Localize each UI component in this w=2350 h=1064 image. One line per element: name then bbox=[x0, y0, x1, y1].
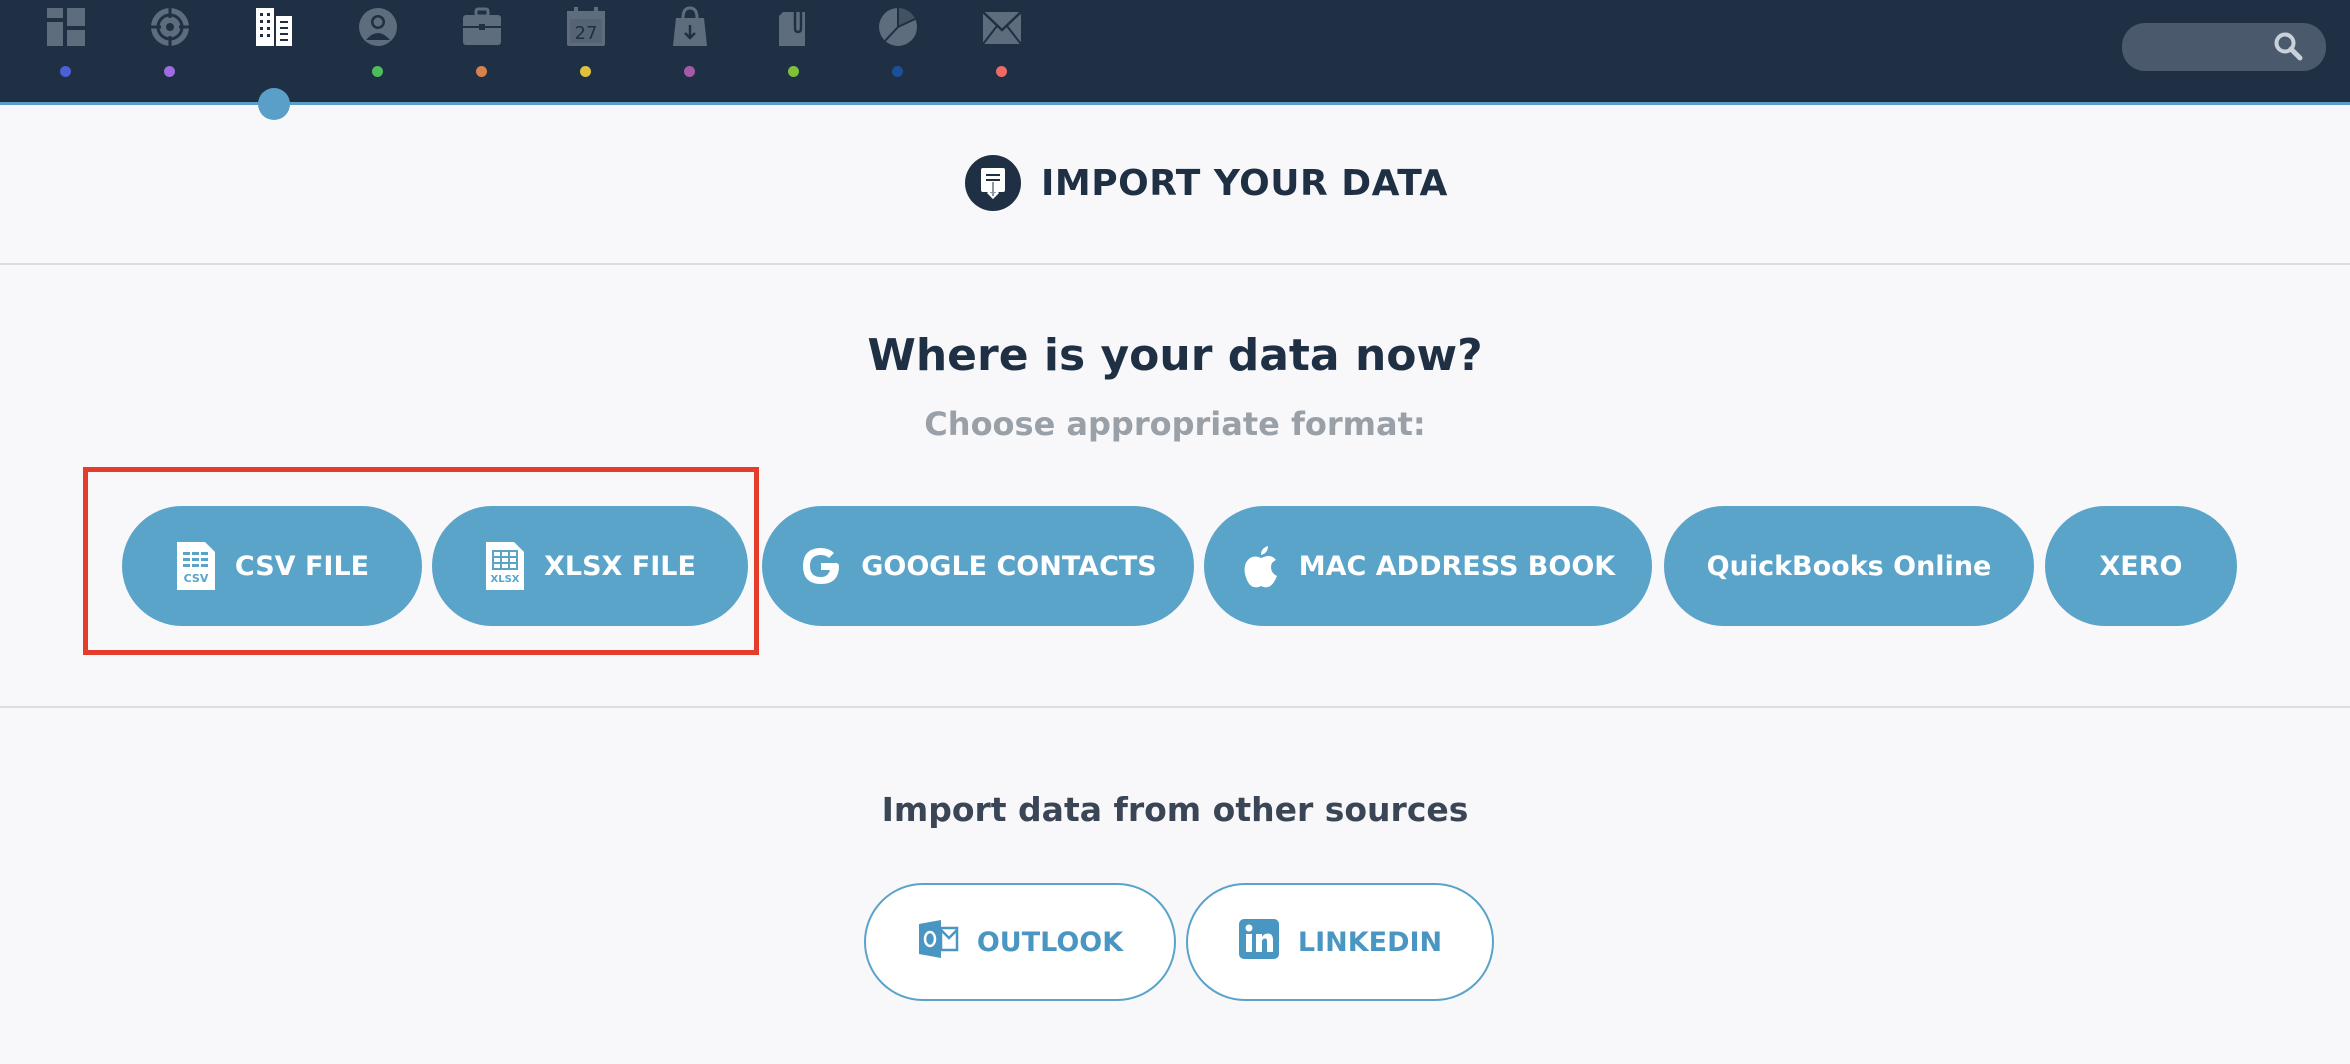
nav-dot bbox=[788, 66, 799, 77]
nav-dot bbox=[996, 66, 1007, 77]
nav-dot bbox=[684, 66, 695, 77]
nav-item-calendar[interactable]: 27 bbox=[545, 0, 625, 100]
pie-chart-icon bbox=[879, 8, 917, 46]
csv-file-label: CSV FILE bbox=[234, 550, 370, 582]
nav-item-buildings[interactable] bbox=[233, 0, 313, 100]
xlsx-file-button[interactable]: XLSX XLSX FILE bbox=[432, 506, 748, 626]
attachment-icon bbox=[779, 8, 805, 46]
mail-icon bbox=[982, 11, 1022, 45]
nav-item-reports[interactable] bbox=[857, 0, 937, 100]
nav-item-contacts[interactable] bbox=[337, 0, 417, 100]
top-navigation-bar: 27 bbox=[0, 0, 2350, 105]
section-divider bbox=[0, 706, 2350, 708]
quickbooks-online-button[interactable]: QuickBooks Online bbox=[1664, 506, 2034, 626]
linkedin-button[interactable]: LINKEDIN bbox=[1186, 883, 1494, 1001]
dashboard-icon bbox=[47, 8, 85, 46]
xlsx-file-label: XLSX FILE bbox=[544, 550, 696, 582]
linkedin-icon bbox=[1238, 918, 1280, 967]
mac-address-book-button[interactable]: MAC ADDRESS BOOK bbox=[1204, 506, 1652, 626]
format-subtitle: Choose appropriate format: bbox=[924, 405, 1426, 443]
csv-file-icon: CSV bbox=[175, 540, 217, 592]
calendar-icon: 27 bbox=[567, 7, 605, 46]
nav-dot bbox=[372, 66, 383, 77]
page-title: IMPORT YOUR DATA bbox=[1041, 162, 1448, 204]
google-icon bbox=[799, 544, 843, 588]
csv-icon-label: CSV bbox=[184, 572, 209, 585]
page-header: IMPORT YOUR DATA bbox=[0, 105, 2350, 265]
google-contacts-button[interactable]: GOOGLE CONTACTS bbox=[762, 506, 1194, 626]
nav-dot bbox=[60, 66, 71, 77]
google-contacts-label: GOOGLE CONTACTS bbox=[861, 550, 1157, 582]
nav-dot bbox=[476, 66, 487, 77]
xero-button[interactable]: XERO bbox=[2045, 506, 2237, 626]
calendar-day-label: 27 bbox=[575, 23, 598, 44]
outlook-button[interactable]: OUTLOOK bbox=[864, 883, 1176, 1001]
nav-item-briefcase[interactable] bbox=[441, 0, 521, 100]
xero-label: XERO bbox=[2099, 550, 2183, 582]
other-sources-title: Import data from other sources bbox=[881, 790, 1469, 829]
xlsx-file-icon: XLSX bbox=[484, 540, 526, 592]
nav-item-attachments[interactable] bbox=[753, 0, 833, 100]
nav-item-target[interactable] bbox=[129, 0, 209, 100]
nav-dot bbox=[580, 66, 591, 77]
mac-address-book-label: MAC ADDRESS BOOK bbox=[1298, 550, 1616, 582]
search-icon[interactable] bbox=[2272, 30, 2304, 62]
nav-dot bbox=[892, 66, 903, 77]
nav-item-shopping-bag[interactable] bbox=[649, 0, 729, 100]
contact-icon bbox=[359, 8, 397, 46]
nav-item-mail[interactable] bbox=[961, 0, 1041, 100]
data-location-question: Where is your data now? bbox=[867, 330, 1483, 381]
import-document-icon bbox=[965, 155, 1021, 211]
outlook-icon bbox=[917, 918, 959, 967]
active-nav-indicator bbox=[258, 88, 290, 120]
apple-icon bbox=[1241, 542, 1281, 590]
outlook-label: OUTLOOK bbox=[976, 926, 1124, 958]
csv-file-button[interactable]: CSV CSV FILE bbox=[122, 506, 422, 626]
shopping-bag-icon bbox=[673, 6, 707, 46]
briefcase-icon bbox=[463, 7, 501, 45]
target-icon bbox=[151, 8, 189, 46]
quickbooks-online-label: QuickBooks Online bbox=[1706, 550, 1992, 582]
xlsx-icon-label: XLSX bbox=[491, 574, 520, 585]
nav-item-dashboard[interactable] bbox=[25, 0, 105, 100]
buildings-icon bbox=[256, 8, 292, 46]
nav-dot bbox=[164, 66, 175, 77]
linkedin-label: LINKEDIN bbox=[1297, 926, 1443, 958]
